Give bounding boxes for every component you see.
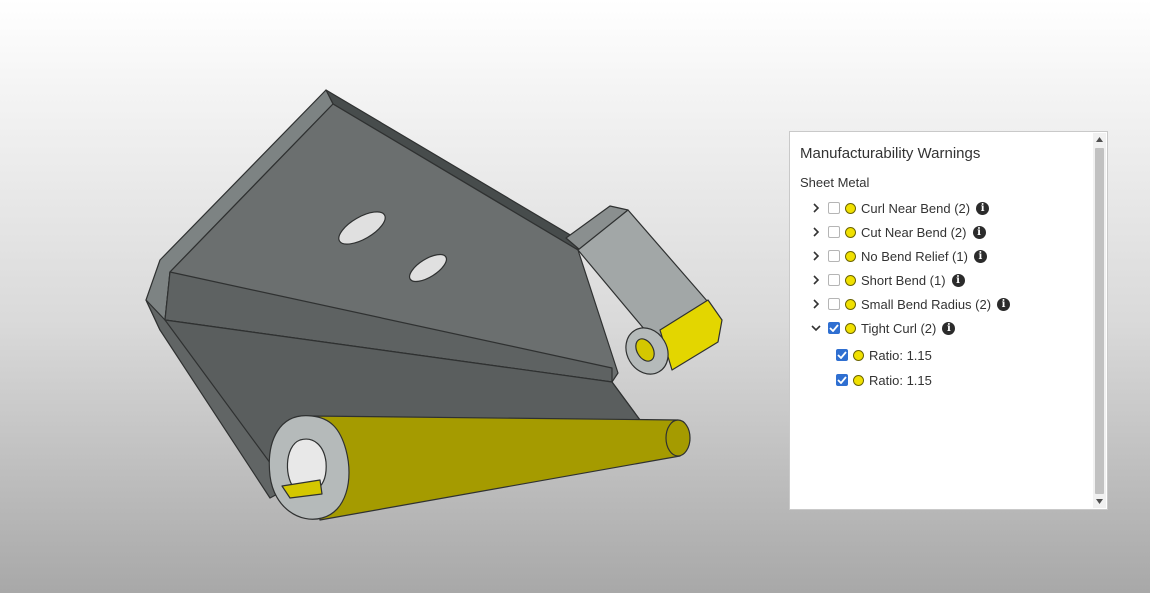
info-icon[interactable]: i: [973, 249, 987, 263]
tree-child-ratio-2[interactable]: Ratio: 1.15: [836, 370, 932, 390]
chevron-right-icon[interactable]: [810, 226, 822, 238]
tree-item-curl-near-bend[interactable]: Curl Near Bend (2) i: [810, 198, 990, 218]
tree-child-label: Ratio: 1.15: [869, 347, 932, 363]
warning-dot-icon: [845, 250, 856, 262]
checkbox-checked[interactable]: [828, 322, 840, 334]
tree-item-label: No Bend Relief (1): [861, 248, 968, 264]
left-curl-highlight: [309, 415, 691, 521]
chevron-right-icon[interactable]: [810, 298, 822, 310]
panel-title: Manufacturability Warnings: [800, 145, 981, 162]
panel-scrollbar[interactable]: [1093, 133, 1106, 508]
warning-dot-icon: [845, 226, 856, 238]
checkbox[interactable]: [828, 226, 840, 238]
tree-item-label: Curl Near Bend (2): [861, 200, 971, 216]
warning-dot-icon: [845, 274, 856, 286]
tree-child-label: Ratio: 1.15: [869, 372, 932, 388]
tree-item-no-bend-relief[interactable]: No Bend Relief (1) i: [810, 246, 987, 266]
tree-item-cut-near-bend[interactable]: Cut Near Bend (2) i: [810, 222, 986, 242]
tree-item-small-bend-radius[interactable]: Small Bend Radius (2) i: [810, 294, 1011, 314]
tree-item-label: Cut Near Bend (2): [861, 224, 967, 240]
checkbox[interactable]: [828, 202, 840, 214]
tree-item-short-bend[interactable]: Short Bend (1) i: [810, 270, 965, 290]
warning-dot-icon: [853, 374, 864, 386]
checkbox-checked[interactable]: [836, 349, 848, 361]
tree-item-tight-curl[interactable]: Tight Curl (2) i: [810, 318, 956, 338]
chevron-down-icon[interactable]: [810, 322, 822, 334]
chevron-right-icon[interactable]: [810, 274, 822, 286]
scroll-up-arrow-icon[interactable]: [1093, 133, 1106, 146]
checkbox[interactable]: [828, 250, 840, 262]
info-icon[interactable]: i: [972, 225, 986, 239]
tree-child-ratio-1[interactable]: Ratio: 1.15: [836, 345, 932, 365]
checkbox[interactable]: [828, 298, 840, 310]
info-icon[interactable]: i: [976, 201, 990, 215]
warning-dot-icon: [845, 202, 856, 214]
checkbox-checked[interactable]: [836, 374, 848, 386]
info-icon[interactable]: i: [951, 273, 965, 287]
warning-dot-icon: [845, 298, 856, 310]
tree-item-label: Small Bend Radius (2): [861, 296, 992, 312]
chevron-right-icon[interactable]: [810, 202, 822, 214]
scroll-down-arrow-icon[interactable]: [1093, 495, 1106, 508]
manufacturability-warnings-panel: Manufacturability Warnings Sheet Metal C…: [789, 131, 1108, 510]
chevron-right-icon[interactable]: [810, 250, 822, 262]
info-icon[interactable]: i: [997, 297, 1011, 311]
warning-dot-icon: [853, 349, 864, 361]
sheet-metal-part[interactable]: [145, 89, 723, 521]
warning-dot-icon: [845, 322, 856, 334]
checkbox[interactable]: [828, 274, 840, 286]
tree-item-label: Tight Curl (2): [861, 320, 937, 336]
left-curl-tip: [665, 419, 691, 457]
scroll-thumb[interactable]: [1095, 148, 1104, 494]
tree-item-label: Short Bend (1): [861, 272, 946, 288]
info-icon[interactable]: i: [942, 321, 956, 335]
section-sheet-metal: Sheet Metal: [800, 175, 870, 190]
